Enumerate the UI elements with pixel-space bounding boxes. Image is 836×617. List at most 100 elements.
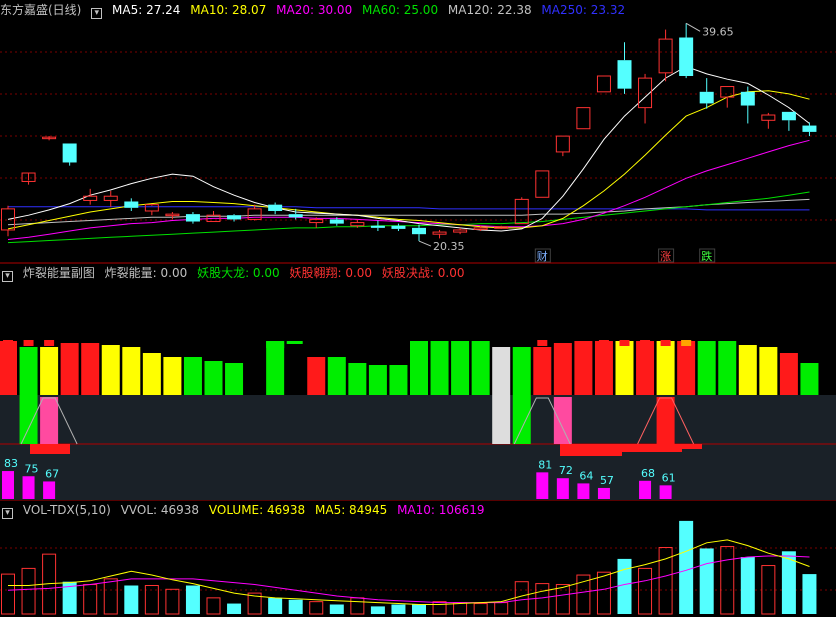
candle-body-up bbox=[761, 114, 776, 121]
energy-panel-header: ▾ 炸裂能量副图 炸裂能量: 0.00 妖股大龙: 0.00 妖股翱翔: 0.0… bbox=[0, 265, 470, 282]
candle-body-up bbox=[535, 170, 550, 198]
energy-score-bar bbox=[659, 485, 672, 499]
energy-score-bar bbox=[597, 487, 610, 499]
volume-bar-down bbox=[288, 599, 303, 614]
energy-bar bbox=[533, 347, 552, 395]
energy-score-bar bbox=[43, 481, 56, 499]
energy-cap bbox=[660, 340, 671, 346]
energy-score-bar bbox=[639, 480, 652, 499]
candle-body-down bbox=[288, 214, 303, 218]
volume-bar-down bbox=[617, 558, 632, 614]
indicator-toggle-icon[interactable]: ▾ bbox=[91, 8, 103, 19]
volume-bar-down bbox=[740, 557, 755, 614]
energy-dash bbox=[286, 341, 303, 344]
energy-cap bbox=[598, 340, 609, 346]
energy-bar bbox=[0, 341, 17, 395]
candle-body-down bbox=[699, 91, 714, 104]
energy-score-label: 81 bbox=[538, 458, 552, 471]
energy-score-label: 61 bbox=[662, 471, 676, 484]
energy-score-bar bbox=[2, 471, 14, 499]
energy-bar bbox=[142, 353, 161, 395]
energy-bar bbox=[594, 341, 613, 395]
candle-body-up bbox=[596, 75, 611, 93]
ma10-label: MA10: 28.07 bbox=[190, 3, 267, 17]
volume-bar-up bbox=[555, 584, 570, 615]
volume-bar-up bbox=[761, 565, 776, 615]
energy-bar bbox=[677, 341, 696, 395]
battle-label: 妖股决战: 0.00 bbox=[381, 266, 465, 280]
volume-panel-title: VOL-TDX(5,10) bbox=[22, 503, 111, 517]
candle-body-up bbox=[432, 231, 447, 235]
candle-body-down bbox=[227, 215, 242, 220]
candle-body-up bbox=[103, 195, 118, 201]
volume-bar-up bbox=[83, 584, 98, 615]
soar-label: 妖股翱翔: 0.00 bbox=[289, 266, 373, 280]
energy-bar bbox=[656, 341, 675, 395]
energy-bar bbox=[615, 341, 634, 395]
energy-bar bbox=[759, 347, 778, 395]
volume-bar-up bbox=[473, 603, 488, 615]
ma250-label: MA250: 23.32 bbox=[541, 3, 626, 17]
volume-bar-up bbox=[21, 567, 36, 615]
ma60-line bbox=[7, 191, 810, 244]
energy-bar bbox=[574, 341, 593, 395]
energy-pink-bar bbox=[40, 397, 59, 444]
energy-pink-bar bbox=[553, 397, 572, 444]
main-panel-header: 东方嘉盛(日线) ▾ MA5: 27.24 MA10: 28.07 MA20: … bbox=[0, 2, 631, 19]
low-pointer bbox=[418, 240, 432, 247]
marker-label: 跌 bbox=[701, 249, 712, 263]
energy-bar bbox=[779, 353, 798, 395]
energy-score-label: 83 bbox=[4, 457, 18, 470]
energy-bar bbox=[471, 341, 490, 395]
energy-bar bbox=[738, 345, 757, 395]
volume-bar-up bbox=[638, 567, 653, 615]
volume-bar-down bbox=[370, 606, 385, 614]
energy-score-label: 64 bbox=[579, 469, 593, 482]
volume-bar-up bbox=[350, 597, 365, 615]
high-pointer bbox=[685, 22, 701, 32]
volume-bar-down bbox=[412, 604, 426, 614]
energy-bar bbox=[553, 343, 572, 395]
energy-red-strip bbox=[560, 444, 622, 456]
candle-body-down bbox=[391, 225, 406, 229]
candle-body-down bbox=[802, 125, 817, 132]
energy-bar bbox=[410, 341, 428, 395]
energy-score-label: 75 bbox=[25, 462, 39, 475]
energy-bar bbox=[327, 357, 346, 395]
volume-bar-up bbox=[432, 601, 447, 615]
energy-bar bbox=[122, 347, 141, 395]
energy-score-bar bbox=[22, 476, 35, 499]
candle-body-up bbox=[576, 107, 591, 130]
volume-bar-down bbox=[679, 520, 694, 614]
candle-body-down bbox=[268, 204, 283, 211]
candle-body-up bbox=[350, 222, 365, 227]
ma20-line bbox=[7, 139, 810, 240]
candle-body-up bbox=[658, 38, 673, 74]
energy-bar bbox=[183, 357, 202, 395]
volume-bar-down bbox=[185, 585, 200, 614]
indicator-toggle-icon[interactable]: ▾ bbox=[2, 271, 13, 282]
energy-bar bbox=[348, 363, 367, 395]
candle-body-down bbox=[679, 37, 694, 76]
chart-canvas[interactable]: 39.65 20.35 财 涨 跌 83 75 67 81 72 64 57 68 61 bbox=[0, 0, 836, 617]
energy-bar bbox=[101, 345, 120, 395]
volume-bar-up bbox=[720, 546, 735, 615]
candle-body-down bbox=[62, 143, 77, 163]
vol-ma10-label: MA10: 106619 bbox=[397, 503, 485, 517]
candle-body-down bbox=[329, 219, 344, 224]
energy-bar bbox=[307, 357, 326, 395]
marker-label: 涨 bbox=[660, 250, 671, 263]
indicator-toggle-icon[interactable]: ▾ bbox=[2, 508, 13, 519]
energy-bar bbox=[225, 363, 244, 395]
candle-body-down bbox=[781, 111, 796, 121]
volume-bar-up bbox=[103, 578, 118, 615]
candle-body-up bbox=[473, 227, 488, 230]
energy-red-strip bbox=[682, 444, 702, 449]
energy-red-strip bbox=[622, 444, 682, 452]
energy-cap bbox=[3, 340, 13, 346]
energy-score-label: 57 bbox=[600, 474, 614, 487]
candle-body-down bbox=[185, 214, 200, 222]
energy-cap bbox=[640, 340, 651, 346]
energy-bar bbox=[81, 343, 100, 395]
volume-bar-down bbox=[227, 603, 242, 614]
